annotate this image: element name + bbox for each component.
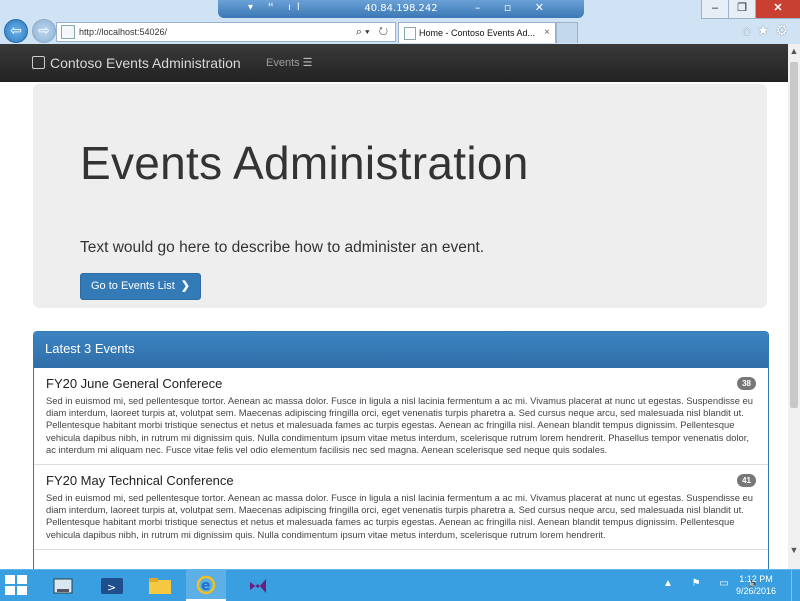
scroll-up-icon[interactable]: ▲ — [788, 44, 800, 58]
internet-explorer-icon[interactable]: e — [186, 570, 226, 601]
events-list-button[interactable]: Go to Events List ❯ — [80, 273, 201, 300]
brand-text: Contoso Events Administration — [50, 55, 241, 71]
svg-text:>: > — [107, 581, 116, 594]
back-button[interactable]: ⇦ — [4, 19, 28, 43]
taskbar: > e ▲ ⚑ ▭ 🔈 1:12 PM 9/26/2016 — [0, 569, 800, 601]
page-icon — [61, 25, 75, 39]
brand-link[interactable]: Contoso Events Administration — [32, 44, 241, 82]
chevron-right-icon: ❯ — [180, 280, 190, 292]
event-title: FY20 May Technical Conference — [46, 473, 234, 489]
clock-time: 1:12 PM — [739, 574, 773, 584]
remote-desktop-bar[interactable]: ▾ ᴴ ıl 40.84.198.242 – ▫ ✕ — [218, 0, 584, 18]
web-page: Contoso Events Administration Events ☰ Ev… — [0, 44, 788, 569]
toolbar-icons: ⌂★⚙ — [742, 22, 794, 39]
settings-gear-icon[interactable]: ⚙ — [775, 22, 794, 38]
event-description: Sed in euismod mi, sed pellentesque tort… — [46, 492, 753, 540]
list-item[interactable]: FY20 June General Conferece 38 Sed in eu… — [34, 368, 768, 466]
events-list-button-label: Go to Events List — [91, 280, 175, 292]
new-tab-button[interactable] — [556, 22, 578, 43]
latest-events-panel: Latest 3 Events FY20 June General Confer… — [33, 331, 769, 569]
site-navbar: Contoso Events Administration Events ☰ — [0, 44, 788, 82]
visual-studio-icon[interactable] — [238, 570, 278, 601]
server-manager-icon[interactable] — [44, 570, 84, 601]
nav-events-label: Events — [266, 57, 300, 69]
scroll-thumb[interactable] — [790, 62, 798, 408]
panel-heading: Latest 3 Events — [34, 332, 768, 368]
powershell-icon[interactable]: > — [92, 570, 132, 601]
page-title: Events Administration — [80, 137, 529, 189]
calendar-icon — [32, 56, 45, 69]
event-title: FY20 June General Conferece — [46, 376, 223, 391]
windows-start-icon[interactable] — [5, 575, 27, 595]
browser-tab[interactable]: Home - Contoso Events Ad... × — [398, 22, 556, 43]
system-clock[interactable]: 1:12 PM 9/26/2016 — [736, 573, 776, 597]
address-url[interactable]: http://localhost:54026/ — [79, 23, 167, 41]
address-bar[interactable]: http://localhost:54026/ ⌕▾ ↻ — [56, 22, 396, 42]
show-desktop-button[interactable] — [791, 570, 800, 601]
minimize-button[interactable]: – — [701, 0, 728, 19]
jumbotron: Events Administration Text would go here… — [33, 84, 767, 308]
restore-button[interactable]: ❐ — [728, 0, 755, 19]
home-icon[interactable]: ⌂ — [742, 22, 756, 38]
clock-date: 9/26/2016 — [735, 586, 776, 596]
tab-close-icon[interactable]: × — [544, 23, 550, 43]
search-refresh-icons[interactable]: ⌕▾ ↻ — [356, 23, 391, 41]
count-badge: 41 — [737, 474, 756, 488]
nav-events-link[interactable]: Events ☰ — [266, 44, 313, 82]
tab-page-icon — [404, 27, 416, 40]
rdp-window-controls[interactable]: – ▫ ✕ — [475, 1, 554, 14]
forward-button[interactable]: ⇨ — [32, 19, 56, 43]
count-badge: 38 — [737, 377, 756, 390]
tab-title: Home - Contoso Events Ad... — [419, 28, 536, 38]
lead-text: Text would go here to describe how to ad… — [80, 239, 485, 256]
browser-chrome: ▾ ᴴ ıl 40.84.198.242 – ▫ ✕ – ❐ ✕ ⇦ ⇨ htt… — [0, 0, 800, 44]
list-icon: ☰ — [302, 57, 313, 69]
favorites-star-icon[interactable]: ★ — [757, 22, 776, 38]
window-controls: – ❐ ✕ — [701, 0, 800, 19]
file-explorer-icon[interactable] — [140, 570, 180, 601]
svg-text:e: e — [201, 578, 211, 594]
close-button[interactable]: ✕ — [755, 0, 800, 19]
list-item[interactable]: FY20 May Technical Conference 41 Sed in … — [34, 465, 768, 550]
event-description: Sed in euismod mi, sed pellentesque tort… — [46, 395, 753, 455]
vertical-scrollbar[interactable]: ▲ ▼ — [788, 44, 800, 569]
scroll-down-icon[interactable]: ▼ — [788, 543, 800, 557]
